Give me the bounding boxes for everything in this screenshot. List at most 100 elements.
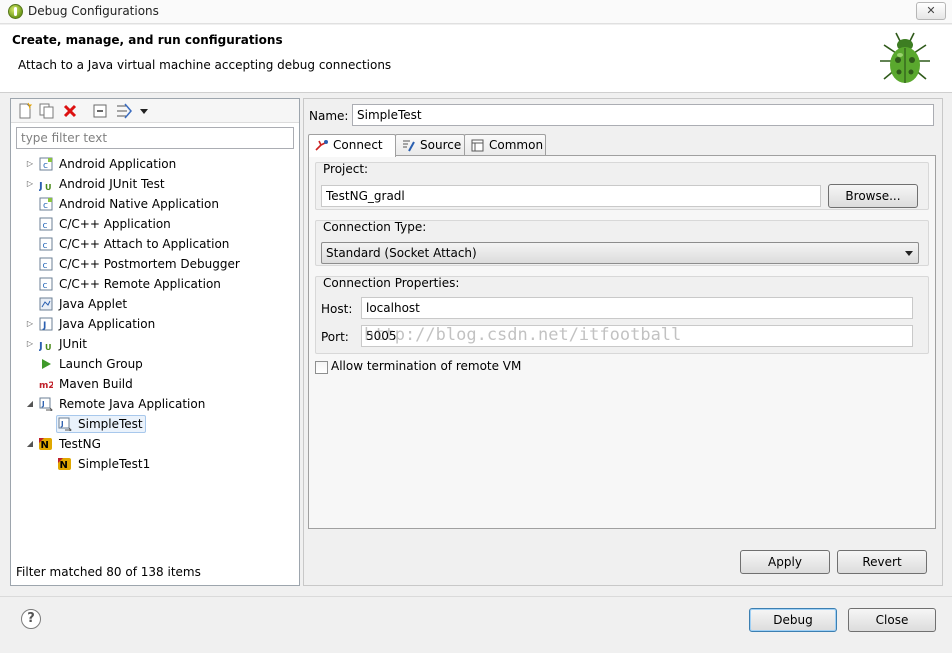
tree-item[interactable]: ◢ N TestNG (11, 434, 297, 454)
host-field[interactable] (361, 297, 913, 319)
filter-menu-chevron-down-icon[interactable] (135, 102, 153, 120)
tree-item-label: Java Applet (59, 297, 128, 311)
svg-text:N: N (41, 440, 49, 451)
tree-item[interactable]: c Android Native Application (11, 194, 297, 214)
svg-text:m2: m2 (39, 381, 53, 391)
collapsed-arrow-icon[interactable]: ▷ (25, 334, 35, 354)
help-icon[interactable]: ? (21, 609, 41, 629)
collapsed-arrow-icon[interactable]: ▷ (25, 174, 35, 194)
configuration-editor-panel: Name: Connect Source Common Project: Bro… (303, 98, 943, 586)
junit-icon: JU (39, 181, 52, 191)
close-button[interactable]: Close (848, 608, 936, 632)
tree-item-label: JUnit (59, 337, 87, 351)
tree-item[interactable]: c C/C++ Postmortem Debugger (11, 254, 297, 274)
tree-item[interactable]: ▷ J U JUnit (11, 334, 297, 354)
testng-icon: N (39, 438, 52, 451)
tree-item-label: SimpleTest1 (78, 457, 151, 471)
collapse-all-icon[interactable] (91, 102, 109, 120)
c-app-icon: c (39, 257, 53, 271)
collapsed-arrow-icon[interactable]: ▷ (25, 154, 35, 174)
apply-button[interactable]: Apply (740, 550, 830, 574)
dialog-header: Create, manage, and run configurations A… (0, 25, 952, 93)
remote-java-icon: J (58, 417, 72, 431)
tree-item[interactable]: N SimpleTest1 (11, 454, 297, 474)
tree-item[interactable]: Java Applet (11, 294, 297, 314)
c-app-icon: c (39, 237, 53, 251)
svg-text:J: J (42, 321, 46, 331)
tree-item-label: Android Native Application (59, 197, 219, 211)
new-configuration-icon[interactable] (16, 102, 34, 120)
tab-source[interactable]: Source (395, 134, 465, 156)
debug-bug-icon (880, 32, 930, 83)
name-field[interactable] (352, 104, 934, 126)
svg-text:J: J (41, 400, 45, 408)
tree-item-label: SimpleTest (78, 417, 143, 431)
eclipse-icon (8, 4, 23, 19)
window-close-button[interactable]: ✕ (916, 2, 946, 20)
svg-text:c: c (43, 201, 48, 211)
header-title: Create, manage, and run configurations (12, 33, 283, 47)
connection-type-select[interactable]: Standard (Socket Attach) (321, 242, 919, 264)
allow-termination-label: Allow termination of remote VM (331, 359, 522, 373)
tab-connect-label: Connect (333, 138, 383, 152)
title-bar: Debug Configurations ✕ (0, 0, 952, 24)
svg-text:J: J (39, 181, 43, 191)
svg-text:N: N (60, 460, 68, 471)
expanded-arrow-icon[interactable]: ◢ (25, 394, 35, 414)
tree-item-label: Remote Java Application (59, 397, 206, 411)
duplicate-icon[interactable] (38, 102, 56, 120)
tree-item-label: Android Application (59, 157, 177, 171)
svg-text:c: c (43, 161, 48, 171)
svg-text:c: c (43, 241, 48, 251)
tree-item-label: Launch Group (59, 357, 143, 371)
tree-item[interactable]: c C/C++ Attach to Application (11, 234, 297, 254)
tree-item[interactable]: J SimpleTest (11, 414, 297, 434)
maven-icon: m2 (39, 381, 53, 391)
filter-input[interactable] (16, 127, 294, 149)
tree-item[interactable]: Launch Group (11, 354, 297, 374)
android-app-icon: c (39, 157, 53, 171)
connection-properties-label: Connection Properties: (323, 276, 460, 290)
connect-icon (315, 140, 328, 151)
tree-item[interactable]: ▷ c Android Application (11, 154, 297, 174)
tree-item-label: Maven Build (59, 377, 133, 391)
tree-item[interactable]: c C/C++ Remote Application (11, 274, 297, 294)
source-icon (403, 140, 415, 152)
footer-separator (0, 596, 952, 597)
host-label: Host: (321, 302, 353, 316)
revert-button[interactable]: Revert (837, 550, 927, 574)
filter-icon[interactable] (115, 102, 133, 120)
port-field[interactable] (361, 325, 913, 347)
project-input[interactable] (321, 185, 821, 207)
browse-button[interactable]: Browse... (828, 184, 918, 208)
header-subtitle: Attach to a Java virtual machine accepti… (18, 58, 392, 72)
tab-source-label: Source (420, 138, 462, 152)
tree-item[interactable]: ▷ J U Android JUnit Test (11, 174, 297, 194)
tree-item-label: Java Application (59, 317, 156, 331)
java-applet-icon (39, 297, 53, 311)
c-app-icon: c (39, 217, 53, 231)
allow-termination-checkbox[interactable] (315, 361, 328, 374)
window-title: Debug Configurations (28, 4, 159, 18)
delete-icon[interactable] (61, 102, 79, 120)
connection-type-label: Connection Type: (323, 220, 427, 234)
tree-item-label: C/C++ Remote Application (59, 277, 221, 291)
tree-item-label: C/C++ Postmortem Debugger (59, 257, 240, 271)
tab-common-label: Common (489, 138, 544, 152)
tree-item[interactable]: ◢ J Remote Java Application (11, 394, 297, 414)
tree-item[interactable]: c C/C++ Application (11, 214, 297, 234)
collapsed-arrow-icon[interactable]: ▷ (25, 314, 35, 334)
svg-text:c: c (43, 281, 48, 291)
tab-common[interactable]: Common (464, 134, 546, 156)
tree-item[interactable]: m2 Maven Build (11, 374, 297, 394)
expanded-arrow-icon[interactable]: ◢ (25, 434, 35, 454)
tree-item-label: C/C++ Application (59, 217, 171, 231)
tree-item-label: TestNG (59, 437, 101, 451)
launch-group-icon (42, 359, 51, 369)
debug-button[interactable]: Debug (749, 608, 837, 632)
java-app-icon: J (39, 317, 53, 331)
tree-item[interactable]: ▷ J Java Application (11, 314, 297, 334)
tab-connect[interactable]: Connect (308, 134, 396, 157)
tree-toolbar (11, 99, 299, 123)
android-app-icon: c (39, 197, 53, 211)
